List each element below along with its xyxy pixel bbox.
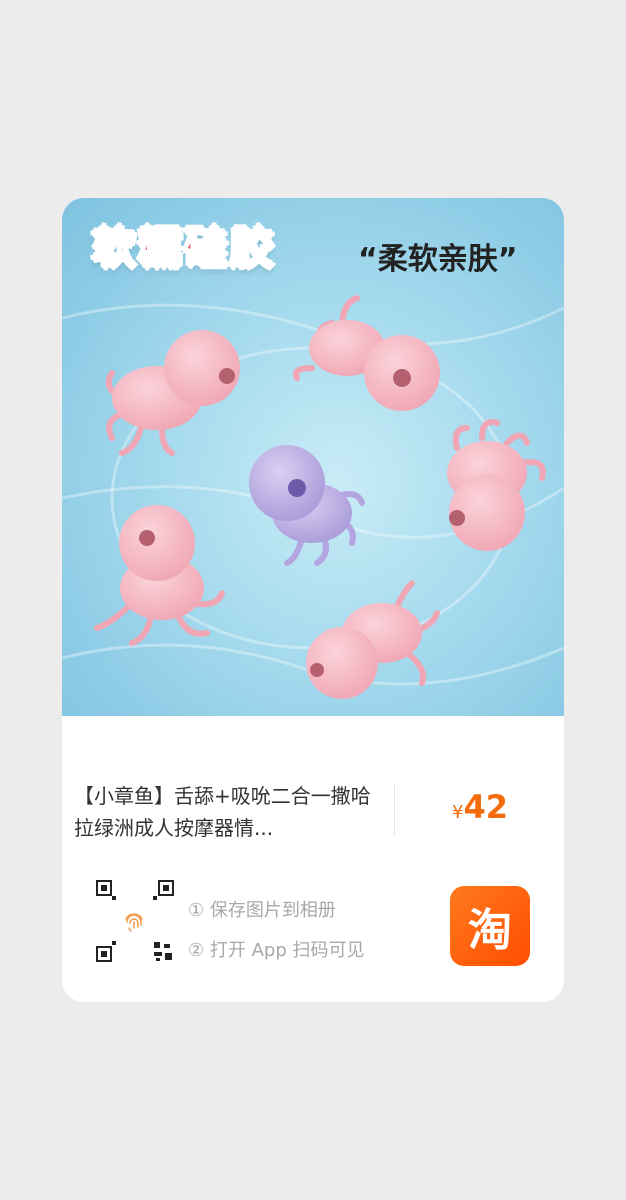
product-info: 【小章鱼】舌舔+吸吮二合一撒哈拉绿洲成人按摩器情... ¥42 xyxy=(62,716,564,856)
octopus-product-4 xyxy=(447,419,546,551)
octopus-product-3 xyxy=(249,445,365,566)
instruction-step-1: ① 保存图片到相册 xyxy=(188,900,336,921)
qr-corner-icon xyxy=(96,880,116,900)
taobao-app-button[interactable]: 淘 xyxy=(450,886,530,966)
price-value: 42 xyxy=(463,788,508,826)
qr-corner-icon xyxy=(153,880,174,900)
fingerprint-icon xyxy=(125,913,143,932)
product-price: ¥42 xyxy=(452,788,508,826)
divider xyxy=(394,783,395,835)
currency-symbol: ¥ xyxy=(452,802,464,823)
qr-corner-icon xyxy=(96,941,116,962)
qr-corner-icon xyxy=(154,942,172,961)
qr-code xyxy=(92,880,182,966)
octopus-product-1 xyxy=(105,330,240,456)
octopus-product-2 xyxy=(293,295,440,411)
share-card: 软糯硅胶 “柔软亲肤” 【小章鱼】舌舔+吸吮二合一撒哈拉绿洲成人按摩器情... … xyxy=(62,198,564,1002)
product-image[interactable]: 软糯硅胶 “柔软亲肤” xyxy=(62,198,564,716)
octopus-product-6 xyxy=(306,580,440,699)
product-title[interactable]: 【小章鱼】舌舔+吸吮二合一撒哈拉绿洲成人按摩器情... xyxy=(74,780,374,844)
instruction-step-2: ② 打开 App 扫码可见 xyxy=(188,940,365,961)
image-headline-sub: “柔软亲肤” xyxy=(358,242,518,277)
image-headline-main: 软糯硅胶 xyxy=(91,222,276,275)
